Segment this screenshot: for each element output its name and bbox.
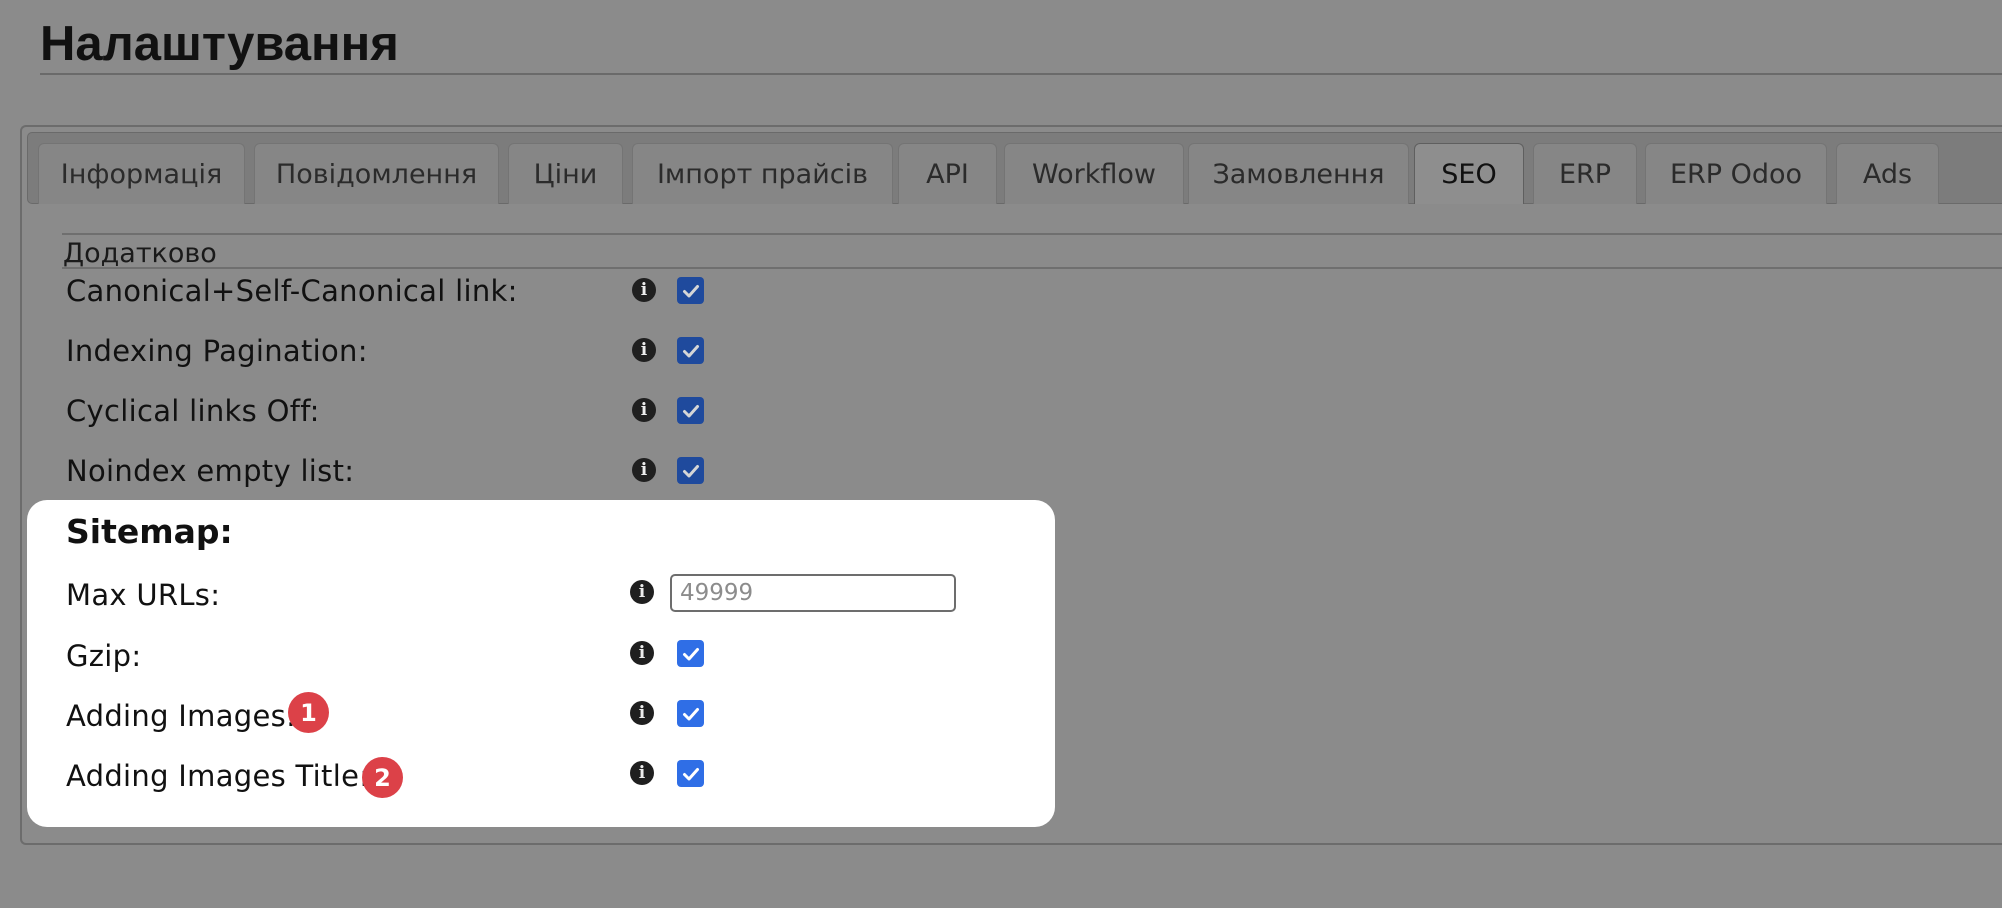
sitemap-heading: Sitemap:: [66, 512, 233, 551]
checkmark-icon: [682, 284, 699, 297]
checkmark-icon: [682, 767, 699, 780]
tab-orders[interactable]: Замовлення: [1188, 143, 1409, 204]
tab-seo[interactable]: SEO: [1414, 143, 1524, 204]
info-icon[interactable]: i: [630, 641, 654, 665]
info-icon[interactable]: i: [632, 338, 656, 362]
fieldset-top-border: [62, 233, 2002, 235]
tab-price-import[interactable]: Імпорт прайсів: [632, 143, 893, 204]
fieldset-legend-underline: [62, 267, 2002, 269]
info-icon[interactable]: i: [632, 278, 656, 302]
canonical-link-label: Canonical+Self-Canonical link:: [66, 274, 518, 308]
step-badge-2: 2: [362, 757, 403, 798]
canonical-link-checkbox[interactable]: [677, 277, 704, 304]
info-icon[interactable]: i: [630, 701, 654, 725]
tab-information[interactable]: Інформація: [38, 143, 245, 204]
fieldset-legend: Додатково: [63, 238, 217, 269]
cyclical-links-label: Cyclical links Off:: [66, 394, 320, 428]
info-icon[interactable]: i: [632, 458, 656, 482]
tab-notifications[interactable]: Повідомлення: [254, 143, 499, 204]
indexing-pagination-label: Indexing Pagination:: [66, 334, 368, 368]
adding-images-title-checkbox[interactable]: [677, 760, 704, 787]
settings-page: Налаштування Інформація Повідомлення Цін…: [0, 0, 2002, 908]
max-urls-input[interactable]: [670, 574, 956, 612]
checkmark-icon: [682, 464, 699, 477]
adding-images-label: Adding Images:: [66, 699, 297, 733]
checkmark-icon: [682, 404, 699, 417]
tab-erp-odoo[interactable]: ERP Odoo: [1645, 143, 1827, 204]
page-title: Налаштування: [40, 17, 399, 71]
noindex-empty-list-label: Noindex empty list:: [66, 454, 355, 488]
checkmark-icon: [682, 344, 699, 357]
noindex-empty-list-checkbox[interactable]: [677, 457, 704, 484]
adding-images-checkbox[interactable]: [677, 700, 704, 727]
title-divider: [40, 73, 2002, 75]
info-icon[interactable]: i: [632, 398, 656, 422]
checkmark-icon: [682, 647, 699, 660]
gzip-label: Gzip:: [66, 639, 142, 673]
tab-workflow[interactable]: Workflow: [1004, 143, 1184, 204]
tab-api[interactable]: API: [898, 143, 997, 204]
checkmark-icon: [682, 707, 699, 720]
info-icon[interactable]: i: [630, 761, 654, 785]
step-badge-1: 1: [288, 692, 329, 733]
gzip-checkbox[interactable]: [677, 640, 704, 667]
adding-images-title-label: Adding Images Title:: [66, 759, 370, 793]
tab-ads[interactable]: Ads: [1836, 143, 1939, 204]
info-icon[interactable]: i: [630, 580, 654, 604]
indexing-pagination-checkbox[interactable]: [677, 337, 704, 364]
tab-erp[interactable]: ERP: [1533, 143, 1637, 204]
tab-prices[interactable]: Ціни: [508, 143, 623, 204]
max-urls-label: Max URLs:: [66, 578, 221, 612]
cyclical-links-checkbox[interactable]: [677, 397, 704, 424]
